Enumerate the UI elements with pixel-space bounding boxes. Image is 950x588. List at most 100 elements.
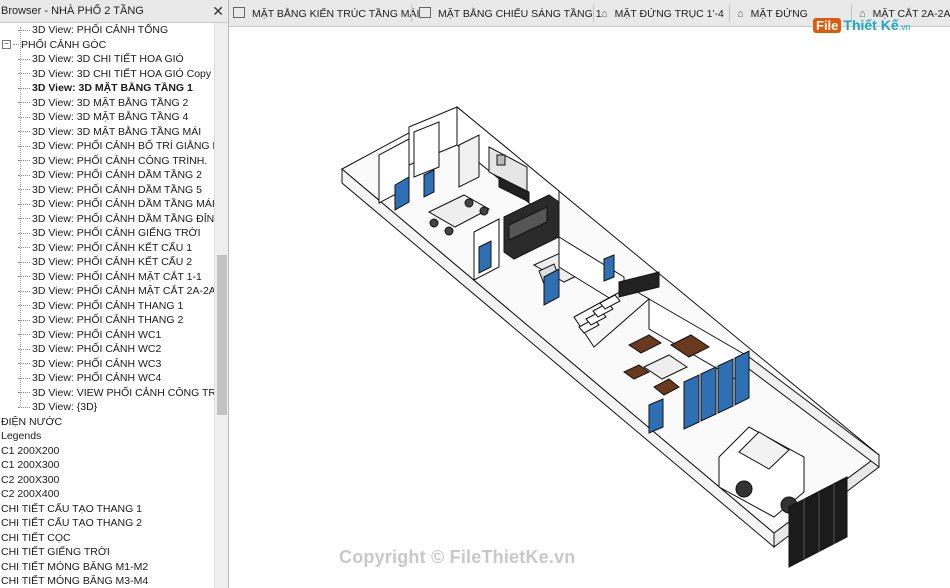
browser-item-label: 3D View: 3D MẶT BẰNG TẦNG 4 <box>32 111 189 123</box>
browser-item[interactable]: 3D View: PHỐI CẢNH BỐ TRÍ GIẰNG MÓNG <box>0 139 214 154</box>
browser-item[interactable]: 3D View: PHỐI CẢNH WC4 <box>0 371 214 386</box>
glass-door <box>478 240 492 274</box>
browser-item-label: 3D View: PHỐI CẢNH KẾT CẤU 1 <box>32 241 193 254</box>
browser-item[interactable]: 3D View: PHỐI CẢNH MẶT CẮT 1-1 <box>0 270 214 285</box>
browser-item-label: CHI TIẾT GIẾNG TRỜI <box>1 546 110 558</box>
browser-item[interactable]: 3D View: PHỐI CẢNH TỔNG <box>0 23 214 38</box>
browser-item-label: C1 200X200 <box>1 444 60 457</box>
browser-item[interactable]: 3D View: PHỐI CẢNH MẶT CẮT 2A-2A <box>0 284 214 299</box>
browser-item[interactable]: 3D View: PHỐI CẢNH WC3 <box>0 357 214 372</box>
view-tab-label: MẶT ĐỨNG TRỤC 1'-4 <box>614 8 724 20</box>
browser-item[interactable]: CHI TIẾT MÓNG BĂNG M1-M2 <box>0 560 214 575</box>
browser-item-label: C1 200X300 <box>1 459 60 471</box>
browser-item[interactable]: C2 200X300 <box>0 473 214 488</box>
glass-window <box>648 398 664 434</box>
tree-connector <box>18 305 30 307</box>
browser-item[interactable]: C2 200X400 <box>0 487 214 502</box>
browser-tree: 3D View: PHỐI CẢNH TỔNG − PHỐI CẢNH GÓC 3D … <box>0 23 214 588</box>
browser-item[interactable]: Legends <box>0 429 214 444</box>
browser-item-label: 3D View: PHỐI CẢNH WC4 <box>32 372 162 384</box>
browser-item-label: 3D View: 3D CHI TIẾT HOA GIÓ <box>32 53 184 65</box>
browser-item[interactable]: 3D View: PHỐI CẢNH WC1 <box>0 328 214 343</box>
view-tab[interactable]: ⌂ MẶT ĐỨNG <box>737 0 808 26</box>
browser-item[interactable]: 3D View: PHỐI CẢNH DẦM TẦNG 2 <box>0 168 214 183</box>
tree-connector <box>18 160 30 162</box>
browser-item[interactable]: 3D View: PHỐI CẢNH THANG 1 <box>0 299 214 314</box>
dining-chair <box>444 226 454 236</box>
tree-connector <box>18 319 30 321</box>
tree-connector <box>18 290 30 292</box>
glass-facade <box>683 374 700 430</box>
browser-item[interactable]: 3D View: 3D MẶT BẰNG TẦNG 1 <box>0 81 214 96</box>
tree-connector <box>18 131 30 133</box>
browser-item[interactable]: CHI TIẾT CẤU TẠO THANG 2 <box>0 516 214 531</box>
browser-item[interactable]: C1 200X200 <box>0 444 214 459</box>
browser-item[interactable]: 3D View: 3D CHI TIẾT HOA GIÓ Copy 1 <box>0 67 214 82</box>
browser-item[interactable]: 3D View: 3D CHI TIẾT HOA GIÓ <box>0 52 214 67</box>
tree-connector <box>18 102 30 104</box>
browser-item[interactable]: 3D View: 3D MẶT BẰNG TẦNG 2 <box>0 96 214 111</box>
browser-item-label: ĐIỆN NƯỚC <box>1 415 63 428</box>
fridge <box>496 154 506 166</box>
browser-item-label: CHI TIẾT CẤU TẠO THANG 2 <box>1 517 143 529</box>
browser-title: Browser - NHÀ PHỐ 2 TẦNG <box>1 5 144 17</box>
browser-item-label: 3D View: PHỐI CẢNH DẦM TẦNG ĐỈNH MÁI <box>32 212 214 225</box>
glass-window <box>603 254 615 282</box>
browser-item-label: 3D View: PHỐI CẢNH THANG 2 <box>32 314 184 326</box>
tree-connector <box>18 189 30 191</box>
browser-item[interactable]: 3D View: {3D} <box>0 400 214 415</box>
glass-facade <box>734 350 750 406</box>
tree-connector <box>18 348 30 350</box>
browser-item-label: 3D View: PHỐI CẢNH WC1 <box>32 328 162 341</box>
browser-item[interactable]: 3D View: 3D MẶT BẰNG TẦNG 4 <box>0 110 214 125</box>
dining-chair <box>464 198 474 208</box>
plan-view-icon <box>233 7 245 18</box>
browser-item[interactable]: 3D View: PHỐI CẢNH WC2 <box>0 342 214 357</box>
browser-item[interactable]: CHI TIẾT GIẾNG TRỜI <box>0 545 214 560</box>
browser-item[interactable]: 3D View: PHỐI CẢNH GIẾNG TRỜI <box>0 226 214 241</box>
elevation-icon: ⌂ <box>601 8 608 20</box>
glass-window <box>423 169 435 198</box>
browser-item[interactable]: 3D View: PHỐI CẢNH KẾT CẤU 1 <box>0 241 214 256</box>
browser-item[interactable]: 3D View: PHỐI CẢNH DẦM TẦNG ĐỈNH MÁI <box>0 212 214 227</box>
elevation-icon: ⌂ <box>737 8 744 20</box>
browser-item-label: 3D View: PHỐI CẢNH WC3 <box>32 357 162 370</box>
browser-item[interactable]: CHI TIẾT MÓNG BĂNG M3-M4 <box>0 574 214 588</box>
tree-connector <box>18 87 30 89</box>
view-tab[interactable]: ⌂ MẶT ĐỨNG TRỤC 1'-4 <box>601 0 724 26</box>
browser-item[interactable]: ĐIỆN NƯỚC <box>0 415 214 430</box>
browser-item[interactable]: CHI TIẾT CẤU TẠO THANG 1 <box>0 502 214 517</box>
browser-item[interactable]: 3D View: PHỐI CẢNH CÔNG TRÌNH. <box>0 154 214 169</box>
close-icon[interactable]: ✕ <box>212 0 224 22</box>
browser-item-label: C2 200X300 <box>1 473 60 486</box>
browser-item[interactable]: CHI TIẾT CỌC <box>0 531 214 546</box>
browser-item[interactable]: 3D View: PHỐI CẢNH DẦM TẦNG 5 <box>0 183 214 198</box>
browser-item[interactable]: 3D View: PHỐI CẢNH THANG 2 <box>0 313 214 328</box>
browser-scrollbar[interactable] <box>214 23 228 588</box>
scrollbar-thumb[interactable] <box>217 255 227 415</box>
glass-facade <box>717 358 734 414</box>
view-tab[interactable]: MẶT BẰNG KIẾN TRÚC TẦNG MÁI <box>233 0 419 26</box>
tree-connector <box>18 58 30 60</box>
tree-connector <box>18 145 30 147</box>
browser-item[interactable]: 3D View: 3D MẶT BẰNG TẦNG MÁI <box>0 125 214 140</box>
tree-connector <box>18 218 30 220</box>
browser-item-label: CHI TIẾT CẤU TẠO THANG 1 <box>1 502 143 515</box>
3d-view-canvas[interactable] <box>229 27 950 588</box>
tab-separator <box>411 4 412 22</box>
browser-item[interactable]: C1 200X300 <box>0 458 214 473</box>
browser-item-label: 3D View: PHỐI CẢNH WC2 <box>32 343 162 355</box>
browser-item-label: 3D View: PHỐI CẢNH TỔNG <box>32 24 169 36</box>
tree-connector <box>18 363 30 365</box>
tree-connector <box>18 116 30 118</box>
browser-item[interactable]: 3D View: PHỐI CẢNH KẾT CẤU 2 <box>0 255 214 270</box>
view-tab[interactable]: MẶT BẰNG CHIẾU SÁNG TẦNG 1 <box>419 0 602 26</box>
collapse-icon[interactable]: − <box>2 40 11 50</box>
browser-group[interactable]: − PHỐI CẢNH GÓC <box>0 38 214 53</box>
browser-item[interactable]: 3D View: VIEW PHỐI CẢNH CÔNG TRÌNH <box>0 386 214 401</box>
view-tab-label: MẶT BẰNG KIẾN TRÚC TẦNG MÁI <box>252 8 420 20</box>
browser-item-label: 3D View: PHỐI CẢNH THANG 1 <box>32 299 184 312</box>
browser-item-label: C2 200X400 <box>1 488 60 500</box>
glass-facade <box>700 366 717 422</box>
browser-item[interactable]: 3D View: PHỐI CẢNH DẦM TẦNG MÁI <box>0 197 214 212</box>
